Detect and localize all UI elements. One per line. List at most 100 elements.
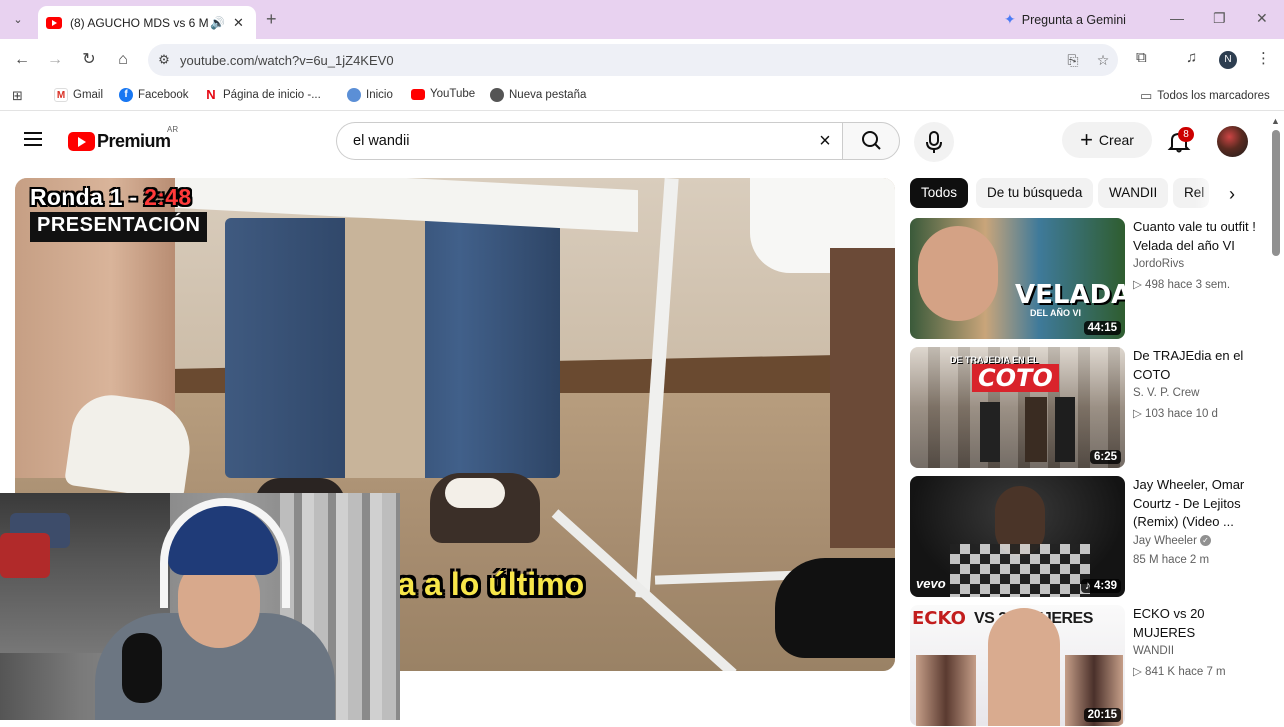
video-meta: ▷ 103 hace 10 d — [1133, 406, 1218, 420]
recommendation-card[interactable]: DE TRAJEDIA EN EL COTO 6:25 De TRAJEdia … — [910, 347, 1270, 469]
bookmark-inicio[interactable]: Inicio — [347, 88, 393, 102]
url-text[interactable]: youtube.com/watch?v=6u_1jZ4KEV0 — [180, 53, 1058, 68]
site-info-icon[interactable]: ⚙ — [148, 52, 180, 68]
voice-search-button[interactable] — [914, 122, 954, 162]
round-timer: 2:48 — [144, 184, 192, 210]
thumb-chessboard — [950, 544, 1090, 597]
video-title[interactable]: De TRAJEdia en el COTO — [1133, 347, 1258, 384]
tab-search-chevron-icon[interactable]: ⌄ — [8, 10, 28, 30]
channel-name-text: Jay Wheeler — [1133, 535, 1197, 547]
search-query[interactable]: el wandii — [353, 133, 808, 149]
chip-de-tu-busqueda[interactable]: De tu búsqueda — [976, 178, 1094, 208]
recommendation-card[interactable]: vevo ♪ 4:39 Jay Wheeler, Omar Courtz - D… — [910, 476, 1270, 598]
bookmark-gmail[interactable]: M Gmail — [54, 88, 103, 102]
video-title[interactable]: Cuanto vale tu outfit ! Velada del año V… — [1133, 218, 1258, 255]
home-icon[interactable]: ⌂ — [112, 49, 134, 71]
thumbnail[interactable]: VELADA DEL AÑO VI 44:15 — [910, 218, 1125, 339]
channel-name[interactable]: Jay Wheeler ✓ — [1133, 535, 1211, 547]
chip-todos[interactable]: Todos — [910, 178, 969, 208]
browser-tab[interactable]: (8) AGUCHO MDS vs 6 MUJ 🔊 ✕ — [38, 6, 256, 39]
thumbnail[interactable]: vevo ♪ 4:39 — [910, 476, 1125, 597]
youtube-logo-icon — [68, 132, 95, 151]
video-subtitle: ra a lo último — [385, 566, 585, 602]
webcam-overlay — [0, 493, 400, 720]
close-tab-icon[interactable]: ✕ — [233, 15, 244, 31]
search-input[interactable]: el wandii × — [336, 122, 842, 160]
gemini-button[interactable]: ✦ Pregunta a Gemini — [1004, 11, 1126, 28]
duration-badge: 44:15 — [1083, 321, 1121, 335]
browser-tab-bar: ⌄ (8) AGUCHO MDS vs 6 MUJ 🔊 ✕ + ✦ Pregun… — [0, 0, 1284, 39]
bookmark-new-tab[interactable]: Nueva pestaña — [490, 88, 586, 102]
bookmark-star-icon[interactable]: ☆ — [1088, 52, 1118, 69]
avatar[interactable] — [1217, 126, 1248, 157]
bookmark-facebook[interactable]: f Facebook — [119, 88, 189, 102]
create-label: Crear — [1098, 132, 1134, 148]
thumbnail[interactable]: ECKO VS 20 MUJERES 20:15 — [910, 605, 1125, 726]
install-app-icon[interactable]: ⎘ — [1058, 52, 1088, 69]
minimize-icon[interactable]: — — [1170, 10, 1184, 26]
video-frame-shoe-white — [445, 478, 505, 508]
back-icon[interactable]: ← — [11, 49, 33, 71]
thumb-title: VELADA — [1015, 280, 1125, 310]
close-window-icon[interactable]: ✕ — [1256, 10, 1268, 27]
video-title[interactable]: Jay Wheeler, Omar Courtz - De Lejitos (R… — [1133, 476, 1258, 532]
gemini-star-icon: ✦ — [1004, 11, 1016, 27]
upload-age: hace 3 sem. — [1167, 279, 1231, 291]
youtube-logo[interactable]: Premium — [68, 131, 171, 152]
presentation-banner: PRESENTACIÓN — [30, 212, 208, 242]
recommendation-card[interactable]: VELADA DEL AÑO VI 44:15 Cuanto vale tu o… — [910, 218, 1270, 340]
youtube-icon — [411, 88, 425, 100]
bookmark-netflix[interactable]: N Página de inicio -... — [204, 88, 321, 102]
round-overlay: Ronda 1 - 2:48 — [30, 184, 191, 211]
vevo-logo: vevo — [916, 576, 946, 591]
channel-name[interactable]: WANDII — [1133, 645, 1174, 657]
chrome-icon — [490, 88, 504, 102]
scrollbar[interactable] — [1272, 130, 1280, 256]
media-controls-icon[interactable]: ♫ — [1186, 49, 1197, 66]
chip-wandii[interactable]: WANDII — [1098, 178, 1169, 208]
reload-icon[interactable]: ↻ — [78, 49, 100, 71]
video-meta: 85 M hace 2 m — [1133, 554, 1209, 566]
create-button[interactable]: + Crear — [1062, 122, 1152, 158]
scroll-up-icon[interactable]: ▲ — [1271, 116, 1280, 126]
thumbnail[interactable]: DE TRAJEDIA EN EL COTO 6:25 — [910, 347, 1125, 468]
browser-menu-icon[interactable]: ⋮ — [1256, 49, 1271, 67]
video-meta: ▷ 841 K hace 7 m — [1133, 664, 1226, 678]
menu-icon[interactable] — [24, 132, 42, 146]
view-count: 841 K — [1145, 666, 1176, 678]
channel-name[interactable]: JordoRivs — [1133, 258, 1184, 270]
clear-search-icon[interactable]: × — [808, 130, 842, 153]
all-bookmarks[interactable]: ▭ Todos los marcadores — [1140, 88, 1270, 104]
apps-grid-icon[interactable]: ⊞ — [12, 88, 23, 104]
facebook-icon: f — [119, 88, 133, 102]
extensions-icon[interactable]: ⧉ — [1136, 49, 1147, 66]
bookmark-label: Inicio — [366, 89, 393, 101]
bookmark-youtube[interactable]: YouTube — [411, 88, 475, 100]
upload-age: hace 2 m — [1161, 554, 1210, 566]
address-bar[interactable]: ⚙ youtube.com/watch?v=6u_1jZ4KEV0 ⎘ ☆ — [148, 44, 1118, 76]
bookmark-label: YouTube — [430, 88, 476, 100]
thumb-face — [918, 226, 998, 321]
restore-icon[interactable]: ❐ — [1213, 10, 1226, 27]
recommendation-card[interactable]: ECKO VS 20 MUJERES 20:15 ECKO vs 20 MUJE… — [910, 605, 1270, 727]
all-bookmarks-label: Todos los marcadores — [1157, 90, 1270, 102]
forward-icon[interactable]: → — [44, 49, 66, 71]
channel-name[interactable]: S. V. P. Crew — [1133, 387, 1199, 399]
gmail-icon: M — [54, 88, 68, 102]
video-frame-leg-right — [830, 248, 895, 548]
youtube-header: Premium AR el wandii × + Crear 8 — [0, 112, 1284, 168]
chip-fade — [1195, 176, 1223, 210]
search-button[interactable] — [842, 122, 900, 160]
chevron-right-icon[interactable]: › — [1220, 182, 1244, 206]
video-title[interactable]: ECKO vs 20 MUJERES — [1133, 605, 1258, 642]
view-count: 85 M — [1133, 554, 1159, 566]
video-frame-shoe-far-right — [775, 558, 895, 658]
bookmark-label: Gmail — [73, 89, 104, 101]
profile-avatar[interactable]: N — [1219, 51, 1237, 69]
speaker-icon[interactable]: 🔊 — [210, 16, 225, 30]
new-tab-icon[interactable]: + — [266, 9, 277, 30]
thumb-face — [988, 608, 1060, 726]
bookmark-label: Nueva pestaña — [509, 89, 587, 101]
thumb-person-3 — [1055, 397, 1075, 462]
gemini-label: Pregunta a Gemini — [1021, 12, 1126, 27]
